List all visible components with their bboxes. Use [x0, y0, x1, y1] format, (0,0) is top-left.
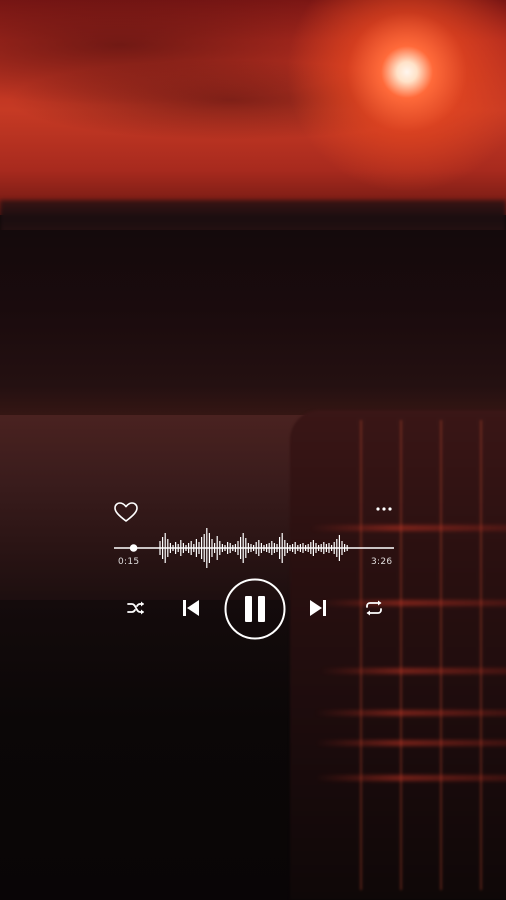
- sea: [0, 230, 506, 425]
- waveform: [159, 528, 348, 568]
- pause-button[interactable]: [223, 577, 287, 641]
- waveform-seek-bar[interactable]: [112, 520, 396, 572]
- elapsed-time: 0:15: [118, 557, 140, 567]
- total-time: 3:26: [371, 557, 393, 567]
- repeat-icon[interactable]: [362, 598, 386, 618]
- seek-thumb: [129, 544, 138, 552]
- skip-next-icon[interactable]: [307, 597, 329, 619]
- background-photo: [0, 0, 506, 900]
- shuffle-icon[interactable]: [125, 598, 147, 618]
- sunset-sky: [0, 0, 506, 215]
- skip-previous-icon[interactable]: [180, 597, 202, 619]
- pause-icon: [245, 596, 252, 622]
- guitar-neck: [290, 410, 506, 900]
- more-options-icon[interactable]: [373, 502, 395, 514]
